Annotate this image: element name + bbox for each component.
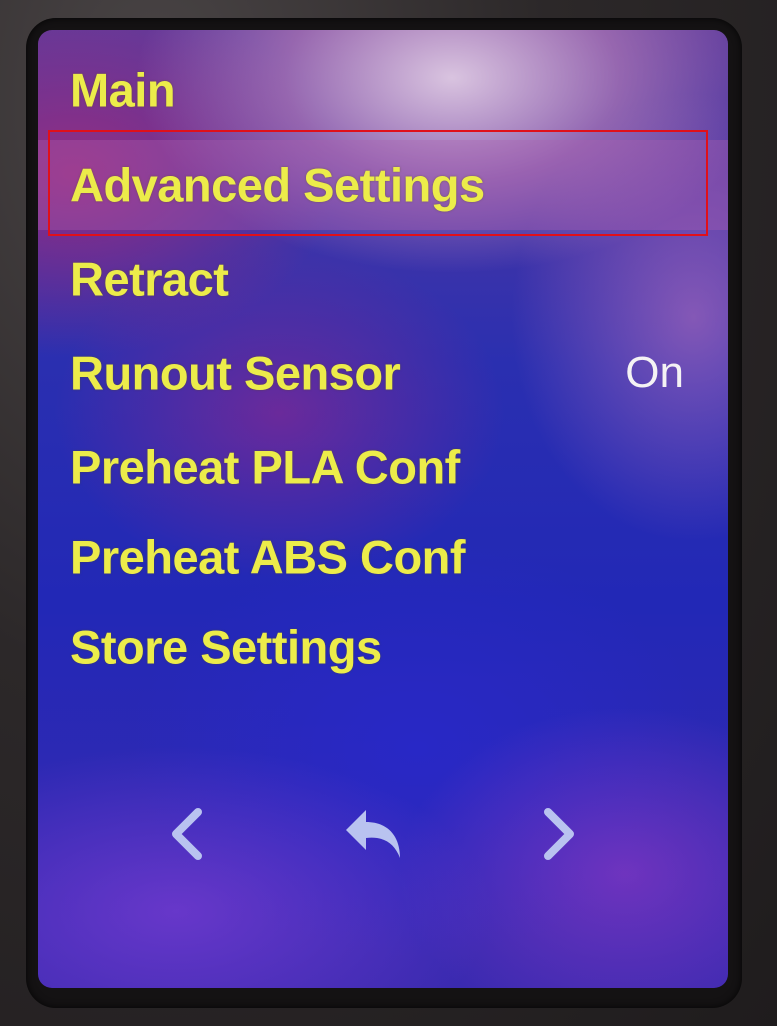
menu-item-label: Runout Sensor <box>70 346 401 400</box>
menu-item-label: Advanced Settings <box>70 158 485 212</box>
menu-item-label: Preheat ABS Conf <box>70 530 466 584</box>
previous-page-button[interactable] <box>146 794 226 874</box>
return-arrow-icon <box>346 810 400 858</box>
menu-item-label: Main <box>70 63 176 117</box>
runout-sensor-value: On <box>625 348 684 397</box>
menu-item-runout-sensor[interactable]: Runout Sensor On <box>38 328 728 418</box>
menu-item-label: Preheat PLA Conf <box>70 440 460 494</box>
menu-item-main[interactable]: Main <box>38 45 728 135</box>
menu-item-advanced-settings[interactable]: Advanced Settings <box>38 140 728 230</box>
menu-item-preheat-abs-conf[interactable]: Preheat ABS Conf <box>38 512 728 602</box>
menu-item-retract[interactable]: Retract <box>38 234 728 324</box>
next-page-button[interactable] <box>520 794 600 874</box>
chevron-right-icon <box>544 808 574 860</box>
menu-item-store-settings[interactable]: Store Settings <box>38 602 728 692</box>
menu-item-label: Store Settings <box>70 620 382 674</box>
menu-item-label: Retract <box>70 252 229 306</box>
back-button[interactable] <box>334 794 414 874</box>
lcd-screen: Main Advanced Settings Retract Runout Se… <box>38 30 728 988</box>
chevron-left-icon <box>172 808 202 860</box>
menu-item-preheat-pla-conf[interactable]: Preheat PLA Conf <box>38 422 728 512</box>
